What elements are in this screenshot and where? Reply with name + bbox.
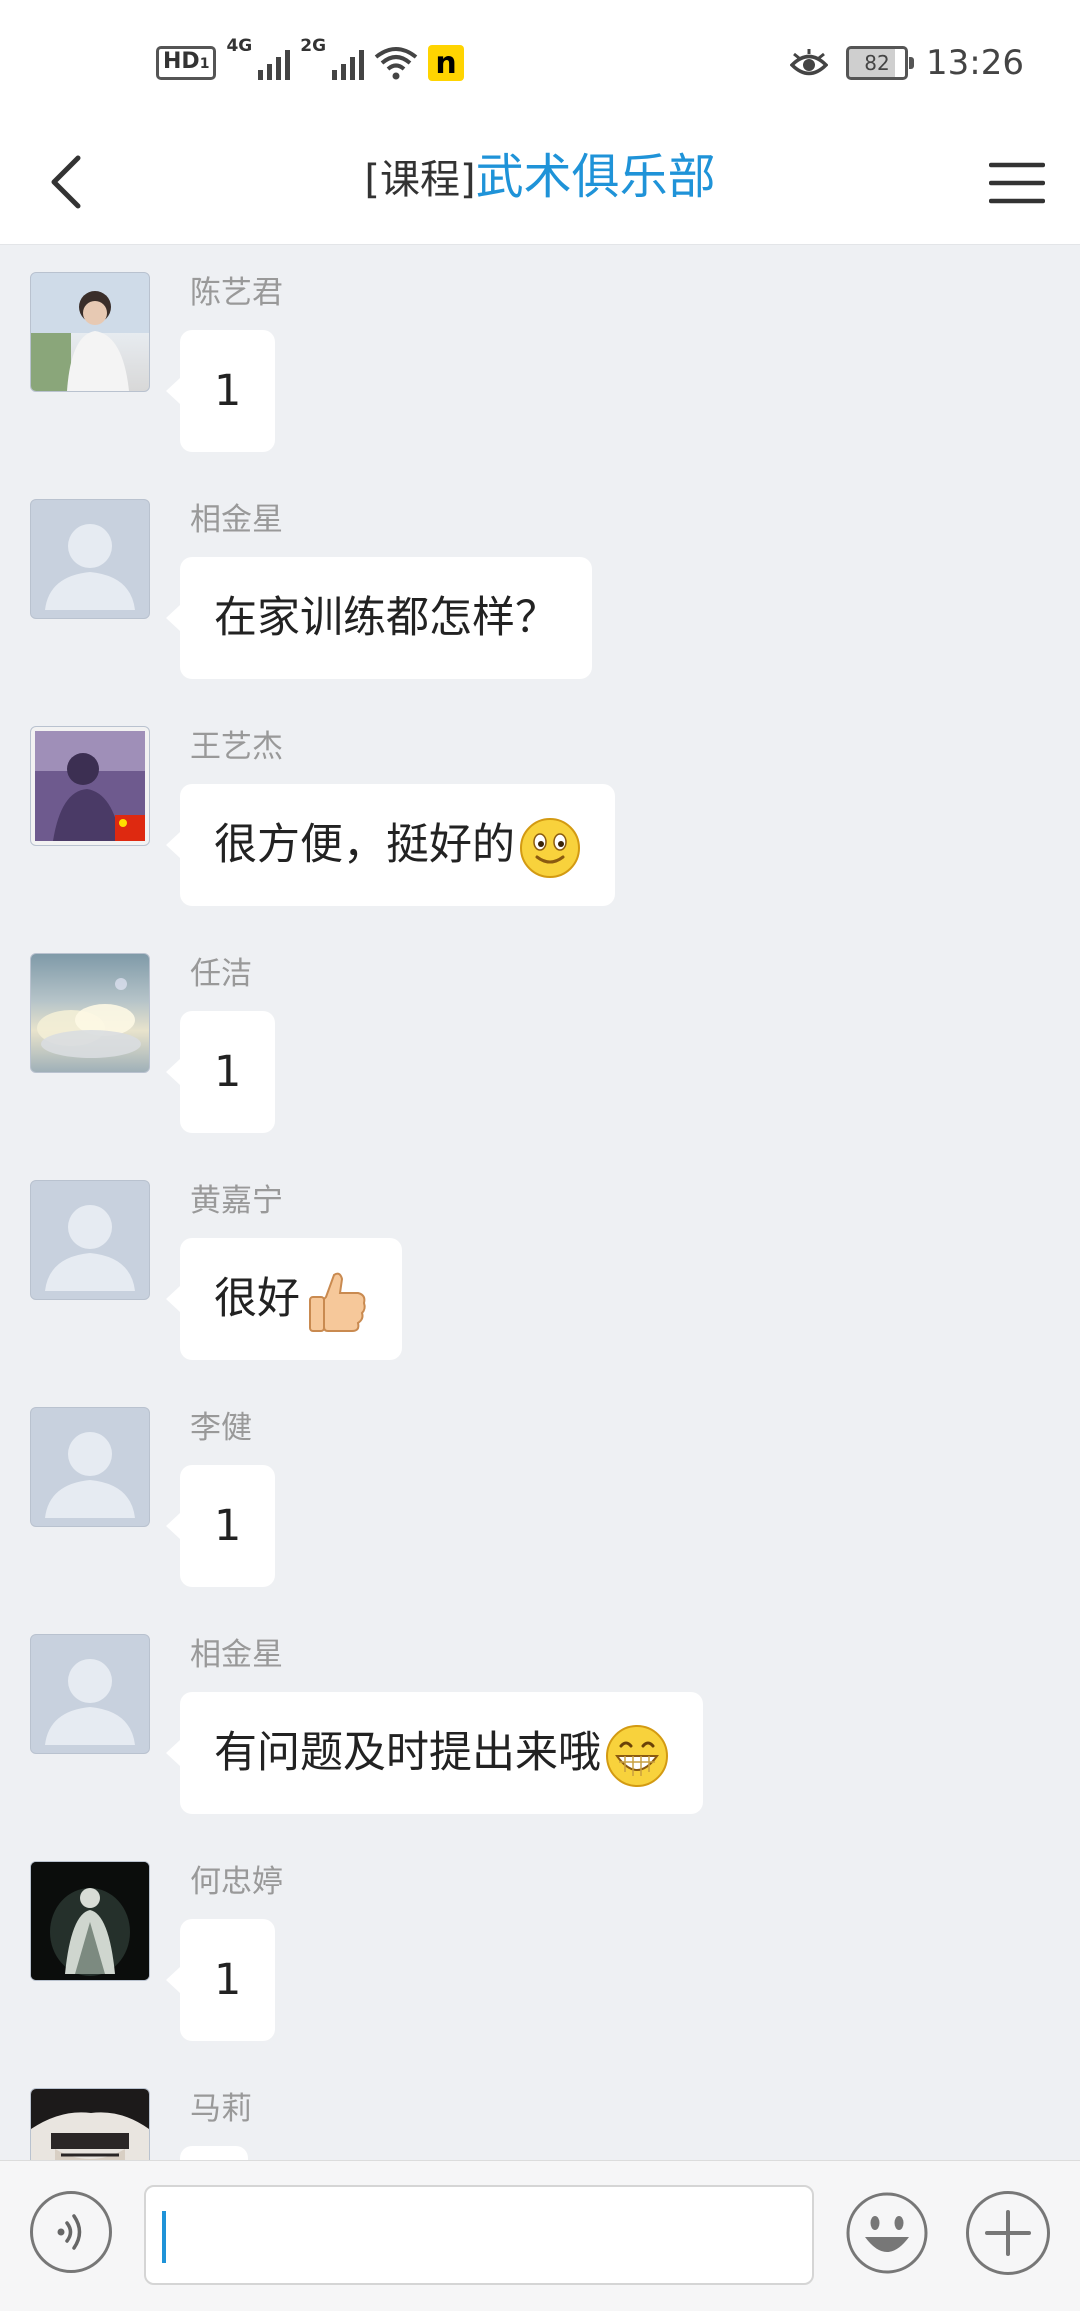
message-bubble[interactable]: 1 xyxy=(165,1465,276,1587)
voice-button[interactable] xyxy=(30,2191,112,2273)
default-person-icon xyxy=(45,1659,135,1745)
message-item: 黄嘉宁 很好 xyxy=(0,1153,1080,1380)
avatar[interactable] xyxy=(30,1180,150,1300)
avatar[interactable] xyxy=(30,1407,150,1527)
message-bubble[interactable] xyxy=(180,2146,248,2160)
battery-icon: 82 xyxy=(846,46,915,80)
message-item: 李健 1 xyxy=(0,1380,1080,1607)
avatar-photo-dark xyxy=(31,1862,149,1980)
hd-indicator: HD1 xyxy=(156,46,217,80)
hd-label: HD xyxy=(163,49,200,74)
message-list[interactable]: 陈艺君 1 相金星 在家训练都怎样？ 王艺杰 很方便，挺好的 任洁 1 黄嘉宁 … xyxy=(0,245,1080,2160)
sender-name: 李健 xyxy=(190,1410,252,1446)
chat-header: [课程]武术俱乐部 xyxy=(0,120,1080,245)
message-bubble[interactable]: 很方便，挺好的 xyxy=(166,784,615,906)
message-item: 何忠婷 1 xyxy=(0,1834,1080,2061)
emoji-icon xyxy=(846,2192,928,2274)
sender-name: 黄嘉宁 xyxy=(190,1183,283,1219)
status-bar: HD1 4G 2G n 82 13:26 xyxy=(0,0,1080,120)
message-bubble[interactable]: 很好 xyxy=(166,1238,402,1360)
message-text: 1 xyxy=(214,1501,242,1551)
input-bar xyxy=(0,2160,1080,2311)
eye-icon xyxy=(790,49,829,76)
message-bubble[interactable]: 1 xyxy=(165,1919,276,2041)
status-left: HD1 4G 2G n xyxy=(156,36,465,88)
message-bubble[interactable]: 有问题及时提出来哦 xyxy=(166,1692,703,1814)
avatar[interactable] xyxy=(30,272,150,392)
chat-title-prefix: [课程] xyxy=(364,157,476,203)
smile-emoji-icon xyxy=(520,817,580,878)
message-text: 很方便，挺好的 xyxy=(214,820,515,870)
message-text: 1 xyxy=(214,366,242,416)
message-text: 1 xyxy=(214,1047,242,1097)
clock: 13:26 xyxy=(926,43,1024,83)
chat-title: [课程]武术俱乐部 xyxy=(0,142,1080,215)
sender-name: 任洁 xyxy=(190,956,252,992)
wifi-icon xyxy=(374,47,418,80)
sender-name: 王艺杰 xyxy=(190,729,283,765)
message-item: 马莉 xyxy=(0,2061,1080,2160)
message-text: 在家训练都怎样？ xyxy=(214,593,558,643)
plus-icon xyxy=(985,2210,1031,2256)
sender-name: 马莉 xyxy=(190,2091,252,2127)
avatar-photo-anime xyxy=(31,2089,149,2160)
network-4g-label: 4G xyxy=(226,36,253,56)
network-2g-label: 2G xyxy=(300,36,327,56)
sender-name: 相金星 xyxy=(190,1637,283,1673)
plus-button[interactable] xyxy=(966,2191,1050,2275)
notification-app-icon: n xyxy=(428,45,465,81)
message-input[interactable] xyxy=(144,2185,814,2285)
message-item: 相金星 在家训练都怎样？ xyxy=(0,472,1080,699)
avatar-photo-boy xyxy=(31,273,149,391)
message-item: 王艺杰 很方便，挺好的 xyxy=(0,699,1080,926)
default-person-icon xyxy=(45,1205,135,1291)
message-bubble[interactable]: 在家训练都怎样？ xyxy=(166,557,592,679)
battery-level: 82 xyxy=(864,51,890,75)
message-text: 有问题及时提出来哦 xyxy=(214,1728,601,1778)
avatar[interactable] xyxy=(30,499,150,619)
status-right: 82 13:26 xyxy=(790,38,1024,88)
text-cursor xyxy=(162,2211,166,2263)
message-text: 很好 xyxy=(214,1274,300,1324)
default-person-icon xyxy=(45,524,135,610)
avatar[interactable] xyxy=(30,1634,150,1754)
menu-button[interactable] xyxy=(982,148,1052,218)
avatar[interactable] xyxy=(30,2088,150,2160)
message-text: 1 xyxy=(214,1955,242,2005)
message-bubble[interactable]: 1 xyxy=(165,330,276,452)
avatar[interactable] xyxy=(30,726,150,846)
message-bubble[interactable]: 1 xyxy=(165,1011,276,1133)
message-item: 陈艺君 1 xyxy=(0,245,1080,472)
avatar-photo-purple xyxy=(35,731,145,841)
message-item: 相金星 有问题及时提出来哦 xyxy=(0,1607,1080,1834)
sender-name: 相金星 xyxy=(190,502,283,538)
message-item: 任洁 1 xyxy=(0,926,1080,1153)
voice-icon xyxy=(57,2214,82,2250)
hd-sub-label: 1 xyxy=(199,56,210,72)
sender-name: 陈艺君 xyxy=(190,275,283,311)
signal-icon xyxy=(258,46,291,80)
default-person-icon xyxy=(45,1432,135,1518)
chat-title-name: 武术俱乐部 xyxy=(475,149,716,205)
avatar[interactable] xyxy=(30,953,150,1073)
thumbs-up-emoji-icon xyxy=(309,1272,366,1332)
emoji-button[interactable] xyxy=(845,2191,929,2275)
menu-icon xyxy=(989,162,1045,204)
signal-icon-2 xyxy=(332,46,365,80)
grin-emoji-icon xyxy=(606,1724,668,1787)
avatar[interactable] xyxy=(30,1861,150,1981)
sender-name: 何忠婷 xyxy=(190,1864,283,1900)
avatar-photo-clouds xyxy=(37,978,141,1058)
